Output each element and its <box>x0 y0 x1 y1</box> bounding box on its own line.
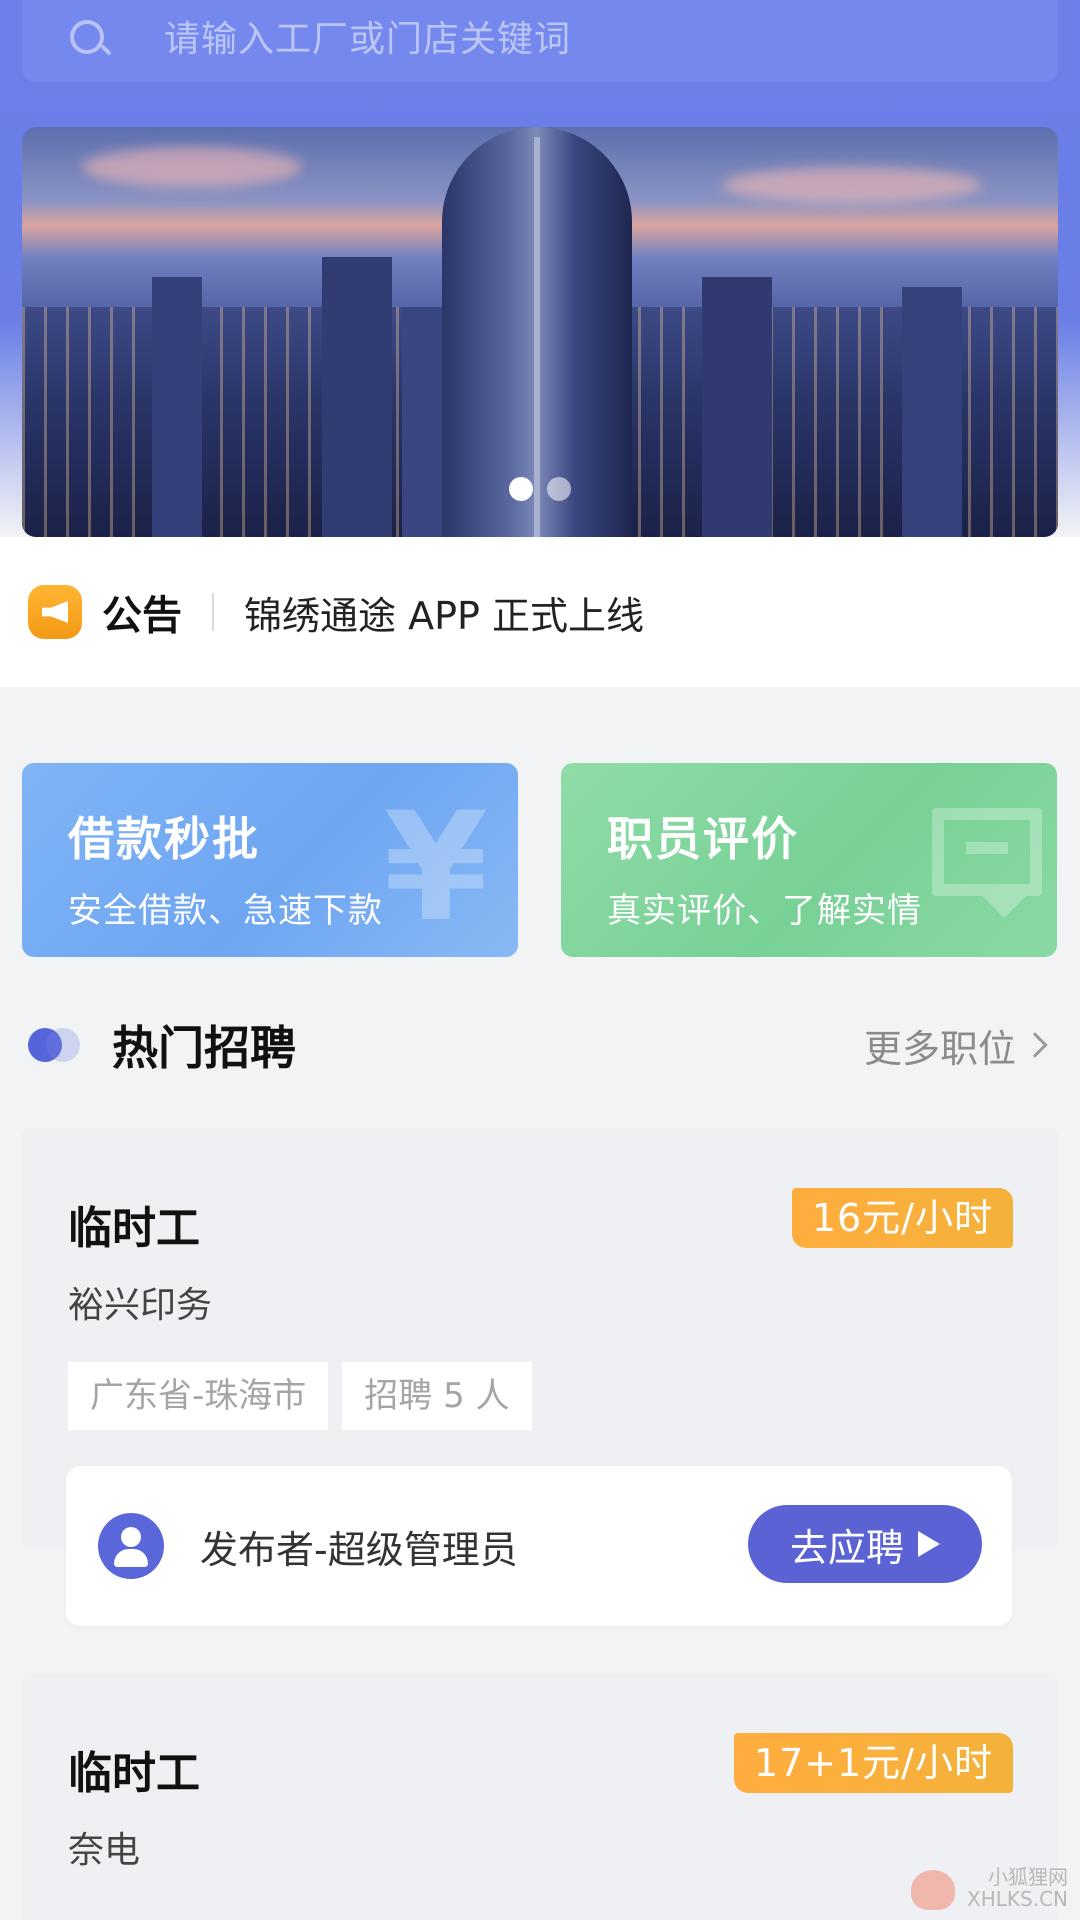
job-tags: 广东省-珠海市 招聘 5 人 <box>68 1362 532 1430</box>
page: 请输入工厂或门店关键词 公告 锦绣通途 APP 正式上线 借款秒批 安全借款、急… <box>0 0 1080 1920</box>
notice-divider <box>212 593 214 631</box>
carousel-dot-1[interactable] <box>509 477 533 501</box>
apply-label[interactable]: 去应聘 <box>790 1517 904 1572</box>
salary-badge: 17+1元/小时 <box>733 1733 1013 1793</box>
notice-bar[interactable]: 公告 锦绣通途 APP 正式上线 <box>0 537 1080 687</box>
job-title: 临时工 <box>68 1748 200 1799</box>
loan-card-subtitle: 安全借款、急速下款 <box>68 891 383 931</box>
search-icon <box>68 14 112 58</box>
watermark: 小狐狸网 XHLKS.CN <box>911 1865 1068 1911</box>
chevron-right-icon <box>1022 1032 1048 1058</box>
more-jobs-link[interactable]: 更多职位 <box>864 1018 1048 1073</box>
job-title: 临时工 <box>68 1203 200 1254</box>
carousel-dot-2[interactable] <box>547 477 571 501</box>
search-placeholder[interactable]: 请输入工厂或门店关键词 <box>164 10 571 62</box>
banner-tower <box>442 127 632 537</box>
avatar <box>98 1513 164 1579</box>
banner-carousel[interactable] <box>22 127 1058 537</box>
section-title: 热门招聘 <box>112 1021 296 1075</box>
play-icon <box>918 1531 940 1557</box>
section-dot-icon <box>28 1028 84 1062</box>
salary-badge: 16元/小时 <box>791 1188 1013 1248</box>
company-name: 奈电 <box>68 1830 141 1871</box>
watermark-line-1: 小狐狸网 <box>988 1865 1068 1889</box>
company-name: 裕兴印务 <box>68 1285 213 1326</box>
megaphone-icon <box>28 585 82 639</box>
publisher-bar: 发布者-超级管理员 去应聘 <box>66 1466 1012 1626</box>
notice-text[interactable]: 锦绣通途 APP 正式上线 <box>244 585 644 640</box>
headcount-tag: 招聘 5 人 <box>342 1362 532 1430</box>
fox-logo-icon <box>911 1870 956 1910</box>
apply-button[interactable]: 去应聘 <box>748 1505 982 1583</box>
hot-jobs-header: 热门招聘 更多职位 <box>0 1010 1080 1080</box>
review-card[interactable]: 职员评价 真实评价、了解实情 <box>561 763 1057 957</box>
loan-card[interactable]: 借款秒批 安全借款、急速下款 ¥ <box>22 763 518 957</box>
watermark-line-2: XHLKS.CN <box>967 1887 1068 1911</box>
carousel-dots <box>22 477 1058 501</box>
notice-title: 公告 <box>102 593 182 639</box>
publisher-name: 发布者-超级管理员 <box>200 1527 518 1572</box>
location-tag: 广东省-珠海市 <box>68 1362 329 1430</box>
job-card[interactable]: 临时工 17+1元/小时 奈电 <box>22 1673 1058 1920</box>
search-bar[interactable]: 请输入工厂或门店关键词 <box>22 0 1058 82</box>
review-card-subtitle: 真实评价、了解实情 <box>607 891 922 931</box>
more-jobs-label[interactable]: 更多职位 <box>864 1018 1016 1073</box>
